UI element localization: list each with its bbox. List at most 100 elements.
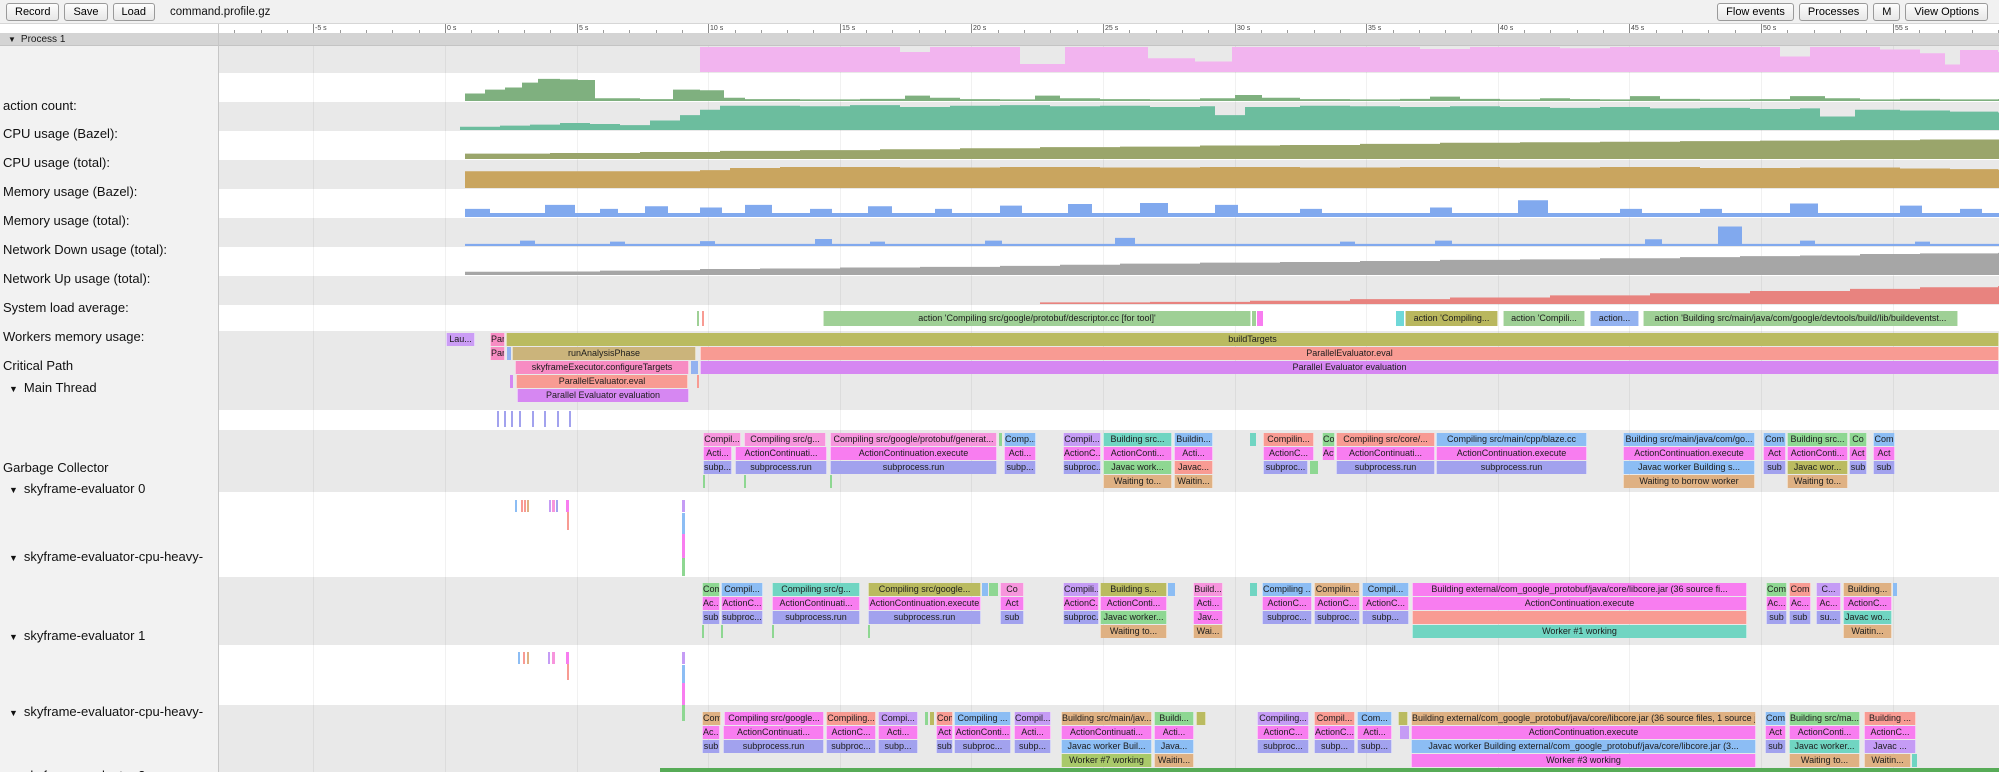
trace-event-bar[interactable]: Par bbox=[490, 347, 505, 360]
trace-event-bar[interactable] bbox=[527, 500, 529, 512]
trace-event-bar[interactable]: subp... bbox=[703, 461, 732, 474]
trace-event-bar[interactable]: Compiling src/google... bbox=[868, 583, 981, 596]
trace-event-bar[interactable] bbox=[523, 652, 525, 664]
trace-event-bar[interactable]: Javac worker... bbox=[1789, 740, 1860, 753]
trace-event-bar[interactable]: Buildin... bbox=[1174, 433, 1213, 446]
trace-event-bar[interactable]: ActionContinuation.execute bbox=[830, 447, 997, 460]
trace-event-bar[interactable] bbox=[925, 712, 928, 725]
trace-event-bar[interactable]: Com bbox=[936, 712, 953, 725]
trace-event-bar[interactable]: ActionC... bbox=[1314, 597, 1360, 610]
trace-event-bar[interactable]: Compiling... bbox=[826, 712, 876, 725]
trace-event-bar[interactable]: action 'Compiling... bbox=[1405, 311, 1498, 326]
record-button[interactable]: Record bbox=[6, 3, 59, 21]
trace-event-bar[interactable] bbox=[999, 433, 1002, 446]
trace-event-bar[interactable] bbox=[772, 625, 774, 638]
trace-event-bar[interactable] bbox=[566, 652, 569, 664]
load-button[interactable]: Load bbox=[113, 3, 155, 21]
trace-event-bar[interactable]: subprocess.run bbox=[723, 740, 824, 753]
trace-event-bar[interactable]: ActionContinuati... bbox=[723, 726, 824, 739]
expander-icon[interactable]: ▼ bbox=[9, 485, 18, 495]
trace-event-bar[interactable]: Com bbox=[702, 583, 720, 596]
trace-event-bar[interactable]: Act bbox=[1849, 447, 1867, 460]
trace-event-bar[interactable]: subprocess.run bbox=[1336, 461, 1435, 474]
trace-event-bar[interactable]: Waiting to borrow worker bbox=[1623, 475, 1755, 488]
trace-event-bar[interactable]: Com bbox=[1789, 583, 1811, 596]
trace-event-bar[interactable]: ActionContinuation.execute bbox=[1412, 597, 1747, 610]
expander-icon[interactable]: ▼ bbox=[9, 553, 18, 563]
trace-event-bar[interactable] bbox=[519, 411, 521, 427]
trace-event-bar[interactable]: Compi... bbox=[878, 712, 918, 725]
trace-event-bar[interactable]: ActionC... bbox=[1362, 597, 1409, 610]
trace-event-bar[interactable]: ActionConti... bbox=[1789, 726, 1860, 739]
trace-event-bar[interactable]: subproc... bbox=[1314, 611, 1360, 624]
trace-event-bar[interactable]: Com bbox=[702, 712, 721, 725]
trace-event-bar[interactable] bbox=[510, 375, 513, 388]
trace-event-bar[interactable]: subprocess.run bbox=[868, 611, 981, 624]
trace-event-bar[interactable] bbox=[1257, 311, 1263, 326]
trace-event-bar[interactable] bbox=[1893, 583, 1897, 596]
trace-event-bar[interactable]: ActionC... bbox=[826, 726, 876, 739]
trace-event-bar[interactable] bbox=[682, 558, 685, 576]
trace-event-bar[interactable]: Waitin... bbox=[1154, 754, 1194, 767]
trace-event-bar[interactable]: Waiting to... bbox=[1100, 625, 1167, 638]
trace-event-bar[interactable]: subproc... bbox=[826, 740, 876, 753]
trace-event-bar[interactable] bbox=[557, 411, 559, 427]
trace-event-bar[interactable]: ActionContinuation.execute bbox=[1436, 447, 1587, 460]
trace-event-bar[interactable]: Compil... bbox=[721, 583, 763, 596]
trace-event-bar[interactable]: Java... bbox=[1154, 740, 1194, 753]
trace-event-bar[interactable]: ActionContinuation.execute bbox=[1623, 447, 1755, 460]
trace-event-bar[interactable]: Javac worker Buil... bbox=[1061, 740, 1152, 753]
trace-event-bar[interactable]: ActionContinuati... bbox=[772, 597, 860, 610]
trace-event-bar[interactable]: Co bbox=[1000, 583, 1024, 596]
trace-event-bar[interactable]: Comp... bbox=[1004, 433, 1036, 446]
trace-event-bar[interactable]: C... bbox=[1816, 583, 1841, 596]
trace-event-bar[interactable]: ActionC... bbox=[1063, 597, 1099, 610]
trace-event-bar[interactable] bbox=[682, 705, 685, 721]
trace-event-bar[interactable]: Parallel Evaluator evaluation bbox=[700, 361, 1999, 374]
flow-events-button[interactable]: Flow events bbox=[1717, 3, 1794, 21]
trace-event-bar[interactable]: subproc... bbox=[1262, 611, 1312, 624]
trace-event-bar[interactable]: Acti... bbox=[1357, 726, 1392, 739]
trace-event-bar[interactable] bbox=[982, 583, 988, 596]
expander-icon[interactable]: ▼ bbox=[9, 632, 18, 642]
trace-event-bar[interactable]: Acti... bbox=[1154, 726, 1194, 739]
trace-event-bar[interactable]: Waitin... bbox=[1843, 625, 1892, 638]
trace-event-bar[interactable]: ActionC... bbox=[1314, 726, 1355, 739]
trace-event-bar[interactable]: Acti... bbox=[1174, 447, 1213, 460]
trace-event-bar[interactable]: Compiling src/core/... bbox=[1336, 433, 1435, 446]
trace-event-bar[interactable]: Co bbox=[1322, 433, 1335, 446]
trace-event-bar[interactable]: subprocess.run bbox=[1436, 461, 1587, 474]
trace-event-bar[interactable] bbox=[1412, 611, 1747, 624]
trace-event-bar[interactable]: ActionConti... bbox=[1103, 447, 1172, 460]
trace-event-bar[interactable]: Build... bbox=[1193, 583, 1223, 596]
trace-event-bar[interactable]: Compiling src/g... bbox=[744, 433, 826, 446]
trace-event-bar[interactable]: Ac... bbox=[702, 726, 720, 739]
trace-event-bar[interactable] bbox=[544, 411, 546, 427]
trace-event-bar[interactable] bbox=[1912, 754, 1917, 767]
trace-event-bar[interactable]: skyframeExecutor.configureTargets bbox=[515, 361, 689, 374]
timeline-ruler[interactable]: -5 s0 s5 s10 s15 s20 s25 s30 s35 s40 s45… bbox=[0, 24, 1999, 33]
trace-event-bar[interactable] bbox=[497, 411, 499, 427]
trace-event-bar[interactable]: sub bbox=[702, 611, 720, 624]
trace-event-bar[interactable]: Worker #1 working bbox=[1412, 625, 1747, 638]
trace-event-bar[interactable] bbox=[989, 583, 998, 596]
trace-event-bar[interactable]: subproc... bbox=[1063, 611, 1099, 624]
trace-event-bar[interactable]: su... bbox=[1816, 611, 1841, 624]
trace-event-bar[interactable]: ActionConti... bbox=[1787, 447, 1848, 460]
trace-event-bar[interactable] bbox=[567, 664, 569, 680]
trace-event-bar[interactable]: ActionContinuati... bbox=[735, 447, 827, 460]
trace-event-bar[interactable]: subprocess.run bbox=[735, 461, 827, 474]
trace-event-bar[interactable] bbox=[552, 652, 555, 664]
trace-event-bar[interactable]: Par bbox=[490, 333, 505, 346]
trace-event-bar[interactable] bbox=[569, 411, 571, 427]
trace-event-bar[interactable]: Building... bbox=[1843, 583, 1892, 596]
trace-event-bar[interactable] bbox=[682, 500, 685, 512]
trace-event-bar[interactable]: Acti... bbox=[1014, 726, 1051, 739]
processes-button[interactable]: Processes bbox=[1799, 3, 1868, 21]
trace-event-bar[interactable] bbox=[1398, 712, 1408, 725]
trace-event-bar[interactable] bbox=[1310, 461, 1318, 474]
trace-event-bar[interactable]: ActionConti... bbox=[1100, 597, 1167, 610]
trace-event-bar[interactable]: Compiling src/google... bbox=[724, 712, 824, 725]
trace-event-bar[interactable] bbox=[703, 475, 705, 488]
trace-event-bar[interactable] bbox=[1396, 311, 1404, 326]
